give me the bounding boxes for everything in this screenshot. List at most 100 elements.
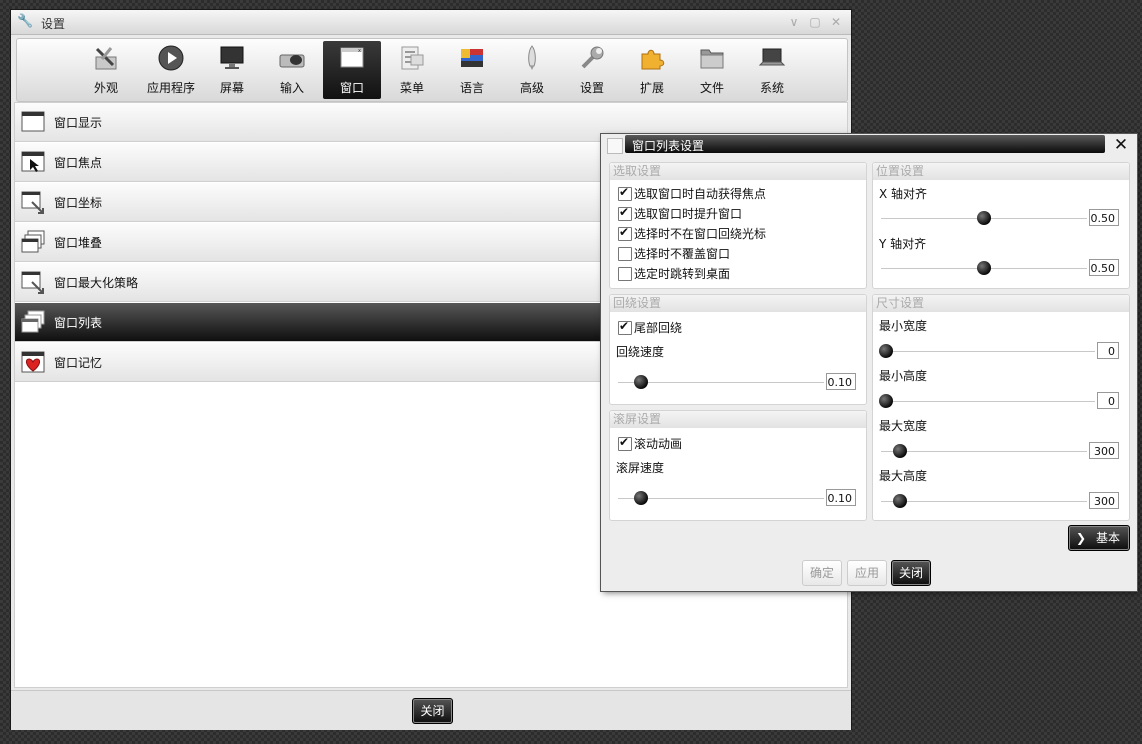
- wrench-icon: [581, 46, 604, 69]
- basic-mode-label: 基本: [1096, 531, 1121, 545]
- toolbar-item-language[interactable]: 语言: [443, 41, 501, 99]
- laptop-icon: [759, 48, 785, 66]
- toolbar-item-files[interactable]: 文件: [683, 41, 741, 99]
- y-align-value[interactable]: 0.50: [1089, 259, 1119, 276]
- toolbar-item-menu[interactable]: 菜单: [383, 41, 441, 99]
- scroll-speed-value[interactable]: 0.10: [826, 489, 856, 506]
- min-width-slider-knob[interactable]: [879, 344, 893, 358]
- toolbar-label: 高级: [519, 81, 544, 95]
- wrap-speed-slider-track[interactable]: [618, 382, 824, 383]
- window-list-icon: [21, 310, 45, 333]
- x-align-value[interactable]: 0.50: [1089, 209, 1119, 226]
- min-width-value[interactable]: 0: [1097, 342, 1119, 359]
- list-item-label: 窗口显示: [54, 116, 103, 130]
- close-icon[interactable]: ✕: [829, 15, 843, 29]
- window-remember-icon: [21, 351, 45, 373]
- checkbox-label: 选择时不覆盖窗口: [634, 247, 731, 261]
- checkbox-label: 滚动动画: [634, 437, 683, 451]
- applications-icon: [158, 45, 184, 71]
- basic-mode-button[interactable]: ❯ 基本: [1068, 525, 1130, 551]
- group-title: 位置设置: [873, 163, 1129, 180]
- checkbox-tail-wrap[interactable]: [618, 319, 632, 335]
- title-bar[interactable]: 🔧 设置 ∨ ▢ ✕: [11, 10, 851, 35]
- list-item-label: 窗口最大化策略: [54, 276, 139, 290]
- toolbar-item-input[interactable]: 输入: [263, 41, 321, 99]
- language-icon: [461, 49, 483, 67]
- wrap-speed-label: 回绕速度: [616, 345, 665, 359]
- category-toolbar: 外观 应用程序 屏幕 输入 x 窗口 菜单 语言 高级 设置 扩展 文件 系统: [16, 38, 848, 102]
- dialog-close-button[interactable]: 关闭: [891, 560, 931, 586]
- toolbar-item-window[interactable]: x 窗口: [323, 41, 381, 99]
- puzzle-icon: [641, 49, 665, 70]
- close-button[interactable]: 关闭: [412, 698, 453, 724]
- close-icon[interactable]: ✕: [1111, 135, 1131, 155]
- max-width-label: 最大宽度: [879, 419, 928, 433]
- x-align-label: X 轴对齐: [879, 187, 928, 201]
- chevron-right-icon: ❯: [1075, 531, 1087, 545]
- max-height-value[interactable]: 300: [1089, 492, 1119, 509]
- group-title: 选取设置: [610, 163, 866, 180]
- y-align-slider-knob[interactable]: [977, 261, 991, 275]
- menu-icon: [401, 46, 424, 70]
- window-icon: x: [340, 47, 364, 68]
- advanced-icon: [528, 45, 536, 70]
- scroll-settings-group: 滚屏设置 滚动动画 滚屏速度 0.10: [609, 410, 867, 521]
- toolbar-item-settings[interactable]: 设置: [563, 41, 621, 99]
- min-width-slider-track[interactable]: [881, 351, 1095, 352]
- wrap-speed-slider-knob[interactable]: [634, 375, 648, 389]
- min-height-label: 最小高度: [879, 369, 928, 383]
- checkbox-autofocus[interactable]: [618, 185, 632, 201]
- max-height-slider-track[interactable]: [881, 501, 1087, 502]
- checkbox-no-cover[interactable]: [618, 247, 632, 261]
- checkbox-raise[interactable]: [618, 205, 632, 221]
- checkbox-scroll-animation[interactable]: [618, 435, 632, 451]
- checkbox-no-warp-pointer[interactable]: [618, 225, 632, 241]
- min-height-slider-track[interactable]: [881, 401, 1095, 402]
- toolbar-item-advanced[interactable]: 高级: [503, 41, 561, 99]
- checkbox-label: 选定时跳转到桌面: [634, 267, 731, 281]
- toolbar-item-system[interactable]: 系统: [743, 41, 801, 99]
- bottom-bar: 关闭: [11, 690, 851, 730]
- appearance-icon: [95, 47, 117, 70]
- checkbox-label: 尾部回绕: [634, 321, 683, 335]
- toolbar-label: 外观: [93, 81, 118, 95]
- checkbox-label: 选取窗口时自动获得焦点: [634, 187, 767, 201]
- toolbar-item-extensions[interactable]: 扩展: [623, 41, 681, 99]
- min-height-value[interactable]: 0: [1097, 392, 1119, 409]
- window-list-settings-dialog: 窗口列表设置 ✕ 选取设置 选取窗口时自动获得焦点 选取窗口时提升窗口 选择时不…: [601, 134, 1137, 591]
- max-width-slider-track[interactable]: [881, 451, 1087, 452]
- max-width-value[interactable]: 300: [1089, 442, 1119, 459]
- x-align-slider-knob[interactable]: [977, 211, 991, 225]
- window-stacking-icon: [21, 230, 45, 253]
- toolbar-item-applications[interactable]: 应用程序: [137, 41, 205, 99]
- list-item-label: 窗口列表: [54, 316, 103, 330]
- ok-button[interactable]: 确定: [802, 560, 842, 586]
- wrap-settings-group: 回绕设置 尾部回绕 回绕速度 0.10: [609, 294, 867, 405]
- min-height-slider-knob[interactable]: [879, 394, 893, 408]
- apply-button[interactable]: 应用: [847, 560, 887, 586]
- toolbar-label: 屏幕: [219, 81, 244, 95]
- chevron-down-icon[interactable]: ∨: [787, 15, 801, 29]
- group-title: 回绕设置: [610, 295, 866, 312]
- toolbar-label: 文件: [699, 81, 724, 95]
- toolbar-label: 应用程序: [146, 81, 195, 95]
- toolbar-label: 菜单: [399, 81, 424, 95]
- toolbar-label: 输入: [279, 81, 304, 95]
- wrap-speed-value[interactable]: 0.10: [826, 373, 856, 390]
- y-align-label: Y 轴对齐: [879, 237, 927, 251]
- maximize-icon[interactable]: ▢: [808, 15, 822, 29]
- toolbar-label: 系统: [759, 81, 784, 95]
- scroll-speed-slider-knob[interactable]: [634, 491, 648, 505]
- dialog-title-bar[interactable]: 窗口列表设置 ✕: [601, 134, 1137, 156]
- input-icon: [279, 54, 305, 68]
- toolbar-label: 语言: [459, 81, 484, 95]
- screen-icon: [220, 46, 244, 69]
- scroll-speed-slider-track[interactable]: [618, 498, 824, 499]
- list-item-label: 窗口焦点: [54, 156, 103, 170]
- toolbar-item-screen[interactable]: 屏幕: [203, 41, 261, 99]
- group-title: 尺寸设置: [873, 295, 1129, 312]
- toolbar-item-appearance[interactable]: 外观: [77, 41, 135, 99]
- max-height-slider-knob[interactable]: [893, 494, 907, 508]
- max-width-slider-knob[interactable]: [893, 444, 907, 458]
- checkbox-jump-desktop[interactable]: [618, 267, 632, 281]
